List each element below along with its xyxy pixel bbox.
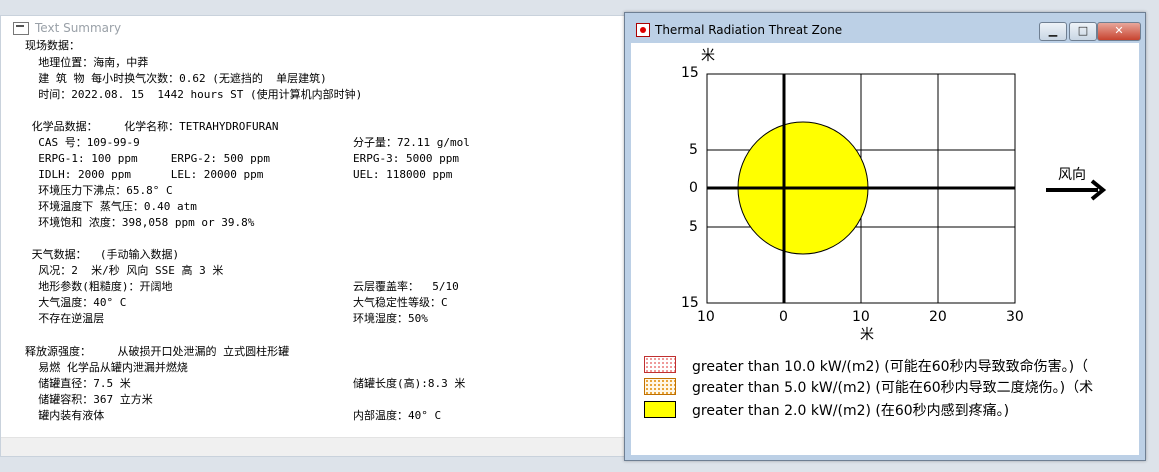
threat-zone-window: Thermal Radiation Threat Zone ▁ □ ✕ 米 15… <box>624 12 1146 461</box>
summary-line: IDLH: 2000 ppm LEL: 20000 ppm <box>25 168 264 181</box>
legend-swatch-yellow <box>644 401 676 418</box>
summary-line: 环境饱和 浓度：398,058 ppm or 39.8% <box>25 216 255 229</box>
tank-length: 储罐长度(高):8.3 米 <box>353 377 466 390</box>
molar-mass: 分子量：72.11 g/mol <box>353 136 470 149</box>
summary-line: 环境压力下沸点：65.8° C <box>25 184 173 197</box>
summary-line: 释放源强度： 从破损开口处泄漏的 立式圆柱形罐 <box>25 345 290 358</box>
summary-line: 环境温度下 蒸气压：0.40 atm <box>25 200 197 213</box>
uel-value: UEL: 118000 ppm <box>353 168 453 181</box>
legend-swatch-orange <box>644 378 676 395</box>
summary-line: 现场数据： <box>25 39 80 52</box>
minimize-button[interactable]: ▁ <box>1039 22 1067 41</box>
stability-class: 大气稳定性等级：C <box>353 296 448 309</box>
legend-label-yellow: greater than 2.0 kW/(m2) (在60秒内感到疼痛。) <box>692 403 1010 419</box>
summary-line: 不存在逆温层 <box>25 312 105 325</box>
legend-label-orange: greater than 5.0 kW/(m2) (可能在60秒内导致二度烧伤。… <box>692 380 1094 396</box>
y-tick: 5 <box>689 219 698 235</box>
cloud-cover: 云层覆盖率： 5/10 <box>353 280 459 293</box>
title-bar[interactable]: Thermal Radiation Threat Zone ▁ □ ✕ <box>625 13 1145 43</box>
summary-line: 大气温度：40° C <box>25 296 127 309</box>
close-button[interactable]: ✕ <box>1097 22 1141 41</box>
document-icon <box>13 22 29 35</box>
y-tick: 0 <box>689 180 698 196</box>
summary-line: CAS 号：109-99-9 <box>25 136 140 149</box>
window-title: Text Summary <box>35 21 122 35</box>
wind-direction-label: 风向 <box>1058 167 1086 183</box>
summary-text: 现场数据： 地理位置：海南，中莽 建 筑 物 每小时换气次数：0.62 (无遮挡… <box>1 36 641 438</box>
y-tick: 5 <box>689 142 698 158</box>
maximize-button[interactable]: □ <box>1069 22 1097 41</box>
x-tick: 10 <box>852 309 870 325</box>
app-icon <box>636 23 650 37</box>
y-axis-unit: 米 <box>701 48 715 64</box>
summary-line: 罐内装有液体 <box>25 409 105 422</box>
summary-line: 化学品数据： 化学名称：TETRAHYDROFURAN <box>25 120 279 133</box>
summary-line: 地形参数(粗糙度)：开阔地 <box>25 280 173 293</box>
summary-line: 建 筑 物 每小时换气次数：0.62 (无遮挡的 单层建筑) <box>25 72 327 85</box>
horizontal-scrollbar[interactable] <box>1 437 641 456</box>
x-tick: 20 <box>929 309 947 325</box>
y-tick: 15 <box>681 65 699 81</box>
internal-temp: 内部温度：40° C <box>353 409 442 422</box>
summary-line: 天气数据： (手动输入数据) <box>25 248 180 261</box>
x-axis-unit: 米 <box>860 327 874 343</box>
summary-line: 风况：2 米/秒 风向 SSE 高 3 米 <box>25 264 224 277</box>
x-tick: 30 <box>1006 309 1024 325</box>
erpg3-value: ERPG-3: 5000 ppm <box>353 152 459 165</box>
legend-label-red: greater than 10.0 kW/(m2) (可能在60秒内导致致命伤害… <box>692 359 1089 375</box>
threat-zone-plot-area: 米 15 5 0 5 15 10 0 10 20 30 米 风向 greater… <box>631 43 1139 455</box>
summary-line: 时间：2022.08. 15 1442 hours ST (使用计算机内部时钟) <box>25 88 363 101</box>
humidity: 环境湿度：50% <box>353 312 428 325</box>
summary-line: 地理位置：海南，中莽 <box>25 56 149 69</box>
legend-swatch-red <box>644 356 676 373</box>
x-tick: 10 <box>697 309 715 325</box>
text-summary-window: Text Summary 现场数据： 地理位置：海南，中莽 建 筑 物 每小时换… <box>0 15 642 457</box>
x-tick: 0 <box>779 309 788 325</box>
summary-line: 储罐容积：367 立方米 <box>25 393 153 406</box>
summary-line: 易燃 化学品从罐内泄漏并燃烧 <box>25 361 188 374</box>
window-title: Thermal Radiation Threat Zone <box>655 23 843 37</box>
summary-line: ERPG-1: 100 ppm ERPG-2: 500 ppm <box>25 152 271 165</box>
summary-line: 储罐直径：7.5 米 <box>25 377 131 390</box>
